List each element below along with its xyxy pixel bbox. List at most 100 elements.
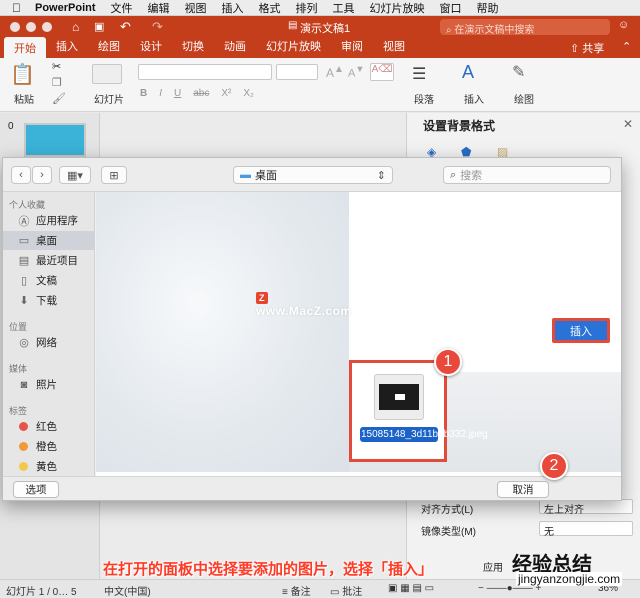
dialog-footer: 选项 取消 xyxy=(3,476,621,500)
dialog-search-input[interactable]: ⌕ 搜索 xyxy=(443,166,611,184)
yellow-tag-icon xyxy=(19,462,28,471)
tab-view[interactable]: 视图 xyxy=(373,38,415,58)
sidebar-item-applications[interactable]: Ⓐ 应用程序 xyxy=(3,211,94,230)
documents-icon: ▯ xyxy=(20,275,28,287)
tab-slideshow[interactable]: 幻灯片放映 xyxy=(256,38,331,58)
collapse-ribbon-icon[interactable]: ⌃ xyxy=(622,40,631,53)
insert-textbox-icon[interactable]: A xyxy=(462,62,474,83)
paragraph-icon[interactable]: ☰ xyxy=(412,64,426,84)
tab-transitions[interactable]: 切换 xyxy=(172,38,214,58)
sidebar-item-tag-orange[interactable]: 橙色 xyxy=(3,437,94,456)
save-icon[interactable]: ▣ xyxy=(94,20,104,33)
applications-icon: Ⓐ xyxy=(18,215,30,228)
comments-label: 批注 xyxy=(342,587,363,598)
apply-label: 应用 xyxy=(483,563,503,574)
account-icon[interactable]: ☺ xyxy=(618,19,629,31)
folder-icon: ▬ xyxy=(240,169,251,181)
menu-view[interactable]: 视图 xyxy=(185,0,207,16)
normal-view-icon[interactable]: ▣ ▦ ▤ ▭ xyxy=(388,583,434,594)
menu-help[interactable]: 帮助 xyxy=(477,0,499,16)
superscript-button[interactable]: X² xyxy=(221,88,231,99)
back-button[interactable]: ‹ xyxy=(11,166,31,184)
clear-format-icon[interactable]: A⌫ xyxy=(370,63,394,81)
options-button[interactable]: 选项 xyxy=(13,481,59,498)
document-icon: ▤ xyxy=(288,20,298,31)
sidebar-item-tag-red[interactable]: 红色 xyxy=(3,417,94,436)
menu-insert[interactable]: 插入 xyxy=(222,0,244,16)
new-slide-icon[interactable] xyxy=(92,64,122,84)
apple-icon[interactable]:  xyxy=(12,1,21,15)
italic-button[interactable]: I xyxy=(159,88,162,99)
home-icon[interactable]: ⌂ xyxy=(72,20,79,34)
orange-tag-icon xyxy=(19,442,28,451)
tab-animations[interactable]: 动画 xyxy=(214,38,256,58)
font-style-buttons: B I U abc X² X₂ xyxy=(140,88,254,99)
sidebar-item-label: 应用程序 xyxy=(36,215,78,227)
mirror-select[interactable]: 无 xyxy=(539,521,633,538)
menu-edit[interactable]: 编辑 xyxy=(148,0,170,16)
redo-icon[interactable]: ↷ xyxy=(152,19,163,35)
insert-button[interactable]: 插入 xyxy=(552,318,610,343)
step-badge-2: 2 xyxy=(540,452,568,480)
bold-button[interactable]: B xyxy=(140,88,147,99)
tab-design[interactable]: 设计 xyxy=(130,38,172,58)
sidebar-item-photos[interactable]: ◙ 照片 xyxy=(3,375,94,394)
font-name-select[interactable] xyxy=(138,64,272,80)
sidebar-item-tag-yellow[interactable]: 黄色 xyxy=(3,457,94,476)
slide-thumbnail[interactable] xyxy=(24,123,86,157)
grow-font-icon[interactable]: A▲ xyxy=(326,64,344,80)
app-menu[interactable]: PowerPoint xyxy=(35,2,96,14)
subscript-button[interactable]: X₂ xyxy=(243,88,254,99)
sidebar-item-network[interactable]: ◎ 网络 xyxy=(3,333,94,352)
mirror-label: 镜像类型(M) xyxy=(421,527,476,538)
copy-icon[interactable]: ❐ xyxy=(52,76,62,89)
share-button[interactable]: ⇧ 共享 xyxy=(570,40,604,56)
sidebar-item-label: 网络 xyxy=(36,337,57,349)
format-painter-icon[interactable]: 🖌 xyxy=(52,92,66,105)
menu-format[interactable]: 格式 xyxy=(259,0,281,16)
comments-button[interactable]: ▭ 批注 xyxy=(330,583,362,598)
sidebar-item-downloads[interactable]: ⬇ 下载 xyxy=(3,291,94,310)
close-pane-icon[interactable]: ✕ xyxy=(623,117,633,131)
notes-button[interactable]: ≡ 备注 xyxy=(282,583,311,598)
draw-icon[interactable]: ✎ xyxy=(512,62,525,82)
tab-draw[interactable]: 绘图 xyxy=(88,38,130,58)
forward-button[interactable]: › xyxy=(32,166,52,184)
sidebar-item-label: 红色 xyxy=(36,421,57,433)
align-select[interactable]: 左上对齐 xyxy=(539,499,633,516)
image-thumbnail xyxy=(374,374,424,420)
search-field[interactable]: ⌕ 在演示文稿中搜索 xyxy=(440,19,610,36)
sidebar-item-documents[interactable]: ▯ 文稿 xyxy=(3,271,94,290)
menu-slideshow[interactable]: 幻灯片放映 xyxy=(370,0,425,16)
tutorial-caption: 在打开的面板中选择要添加的图片，选择「插入」 xyxy=(103,561,434,578)
view-mode-button[interactable]: ▦▾ xyxy=(59,166,91,184)
menu-arrange[interactable]: 排列 xyxy=(296,0,318,16)
new-folder-icon: ⊞ xyxy=(109,169,119,182)
undo-icon[interactable]: ↶ xyxy=(120,19,131,35)
tab-insert[interactable]: 插入 xyxy=(46,38,88,58)
close-window-button[interactable] xyxy=(10,22,20,32)
zoom-window-button[interactable] xyxy=(42,22,52,32)
cut-icon[interactable]: ✂ xyxy=(52,60,61,73)
tab-home[interactable]: 开始 xyxy=(4,37,46,58)
font-size-select[interactable] xyxy=(276,64,318,80)
menu-window[interactable]: 窗口 xyxy=(440,0,462,16)
minimize-window-button[interactable] xyxy=(26,22,36,32)
tab-review[interactable]: 审阅 xyxy=(331,38,373,58)
paragraph-label: 段落 xyxy=(414,95,434,106)
sidebar-item-recents[interactable]: ▤ 最近项目 xyxy=(3,251,94,270)
sidebar-item-desktop[interactable]: ▭ 桌面 xyxy=(3,231,94,250)
shrink-font-icon[interactable]: A▼ xyxy=(348,64,364,80)
new-folder-button[interactable]: ⊞ xyxy=(101,166,127,184)
file-item[interactable]: 15085148_3d11b5b332.jpeg xyxy=(349,360,488,462)
menu-tools[interactable]: 工具 xyxy=(333,0,355,16)
location-popup[interactable]: ▬ 桌面 ⇕ xyxy=(233,166,393,184)
mac-menubar:  PowerPoint 文件 编辑 视图 插入 格式 排列 工具 幻灯片放映 … xyxy=(0,0,640,16)
sidebar-item-label: 下载 xyxy=(36,295,57,307)
cancel-button[interactable]: 取消 xyxy=(497,481,549,498)
favorites-header: 个人收藏 xyxy=(9,200,46,210)
menu-file[interactable]: 文件 xyxy=(111,0,133,16)
strikethrough-button[interactable]: abc xyxy=(193,88,209,99)
paste-icon[interactable]: 📋 xyxy=(10,62,35,87)
underline-button[interactable]: U xyxy=(174,88,181,99)
